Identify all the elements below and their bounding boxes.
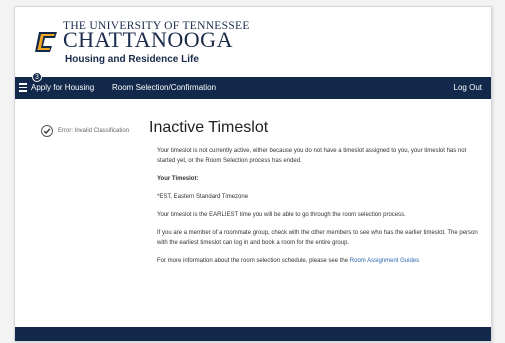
- earliest-time-note: Your timeslot is the EARLIEST time you w…: [157, 212, 406, 218]
- status-label: Error: Invalid Classification: [58, 128, 130, 134]
- department-name: Housing and Residence Life: [65, 54, 199, 65]
- roommate-group-note: If you are a member of a roommate group,…: [157, 230, 478, 246]
- more-info-prefix: For more information about the room sele…: [157, 258, 349, 264]
- room-assignment-guides-link[interactable]: Room Assignment Guides: [350, 258, 419, 264]
- timezone-note: *EST, Eastern Standard Timezone: [157, 194, 249, 200]
- content-area: Error: Invalid Classification Inactive T…: [15, 99, 491, 317]
- nav-apply-for-housing[interactable]: Apply for Housing: [31, 83, 94, 92]
- site-header: THE UNIVERSITY OF TENNESSEE CHATTANOOGA …: [15, 7, 491, 77]
- your-timeslot-heading: Your Timeslot:: [157, 176, 199, 182]
- campus-name: CHATTANOOGA: [63, 27, 233, 52]
- main-nav: 3 Apply for Housing Room Selection/Confi…: [15, 72, 491, 99]
- status-step: Error: Invalid Classification: [41, 124, 129, 138]
- more-info-text: For more information about the room sele…: [157, 256, 479, 266]
- page-title: Inactive Timeslot: [149, 119, 269, 136]
- check-icon: [41, 125, 53, 137]
- utc-logo-icon: [35, 32, 57, 52]
- timeslot-inactive-text: Your timeslot is not currently active, e…: [157, 148, 467, 164]
- menu-icon[interactable]: [19, 83, 27, 92]
- main-panel: Inactive Timeslot Your timeslot is not c…: [149, 119, 479, 274]
- nav-room-selection[interactable]: Room Selection/Confirmation: [112, 83, 216, 92]
- page-frame: THE UNIVERSITY OF TENNESSEE CHATTANOOGA …: [14, 6, 492, 342]
- site-footer: [15, 327, 491, 341]
- notification-badge: 3: [32, 72, 42, 82]
- logout-link[interactable]: Log Out: [454, 83, 482, 92]
- your-timeslot-label: Your Timeslot:: [157, 174, 479, 184]
